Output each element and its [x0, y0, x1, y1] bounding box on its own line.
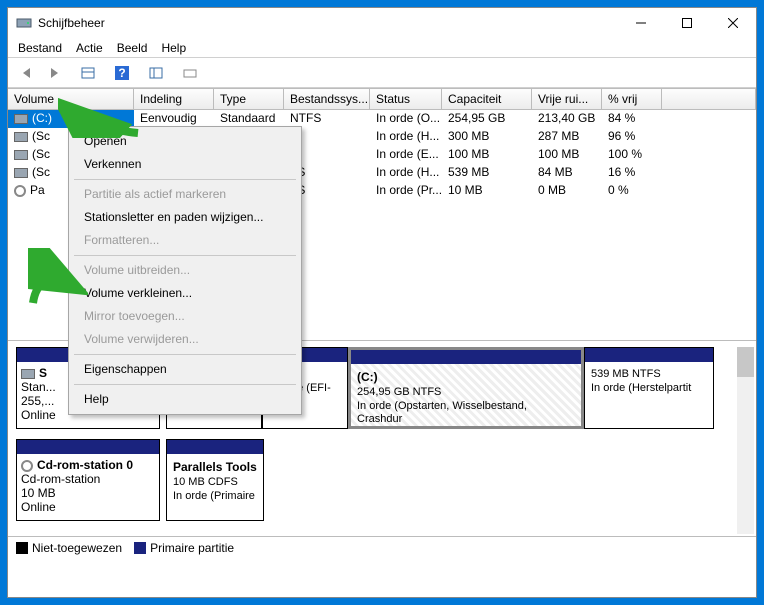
context-menu-separator [74, 354, 296, 355]
partition[interactable]: (C:)254,95 GB NTFSIn orde (Opstarten, Wi… [348, 347, 584, 429]
context-menu-item: Mirror toevoegen... [72, 305, 298, 328]
disk-1-info-2: Online [21, 500, 56, 514]
menu-help[interactable]: Help [161, 41, 186, 55]
partition[interactable]: Parallels Tools10 MB CDFSIn orde (Primai… [166, 439, 264, 521]
maximize-button[interactable] [664, 8, 710, 38]
col-indeling[interactable]: Indeling [134, 89, 214, 109]
menu-actie[interactable]: Actie [76, 41, 103, 55]
toolbar-icon-1[interactable] [76, 61, 100, 85]
disk-management-window: Schijfbeheer Bestand Actie Beeld Help ? … [7, 7, 757, 598]
context-menu-item[interactable]: Stationsletter en paden wijzigen... [72, 206, 298, 229]
drive-icon [14, 150, 28, 160]
disk-0-label: S [39, 366, 47, 380]
col-capacity[interactable]: Capaciteit [442, 89, 532, 109]
context-menu-item: Formatteren... [72, 229, 298, 252]
context-menu-item[interactable]: Verkennen [72, 153, 298, 176]
drive-icon [14, 132, 28, 142]
col-fs[interactable]: Bestandssys... [284, 89, 370, 109]
disk-0-info-0: Stan... [21, 380, 56, 394]
context-menu-separator [74, 255, 296, 256]
col-free[interactable]: Vrije rui... [532, 89, 602, 109]
context-menu-item: Volume verwijderen... [72, 328, 298, 351]
context-menu-item: Volume uitbreiden... [72, 259, 298, 282]
back-button[interactable] [16, 61, 40, 85]
volume-list-header: Volume Indeling Type Bestandssys... Stat… [8, 88, 756, 110]
disk-1-label: Cd-rom-station 0 [37, 458, 133, 472]
context-menu-separator [74, 384, 296, 385]
drive-icon [14, 114, 28, 124]
graph-scrollbar[interactable] [737, 347, 754, 534]
partition[interactable]: 539 MB NTFSIn orde (Herstelpartit [584, 347, 714, 429]
menu-bestand[interactable]: Bestand [18, 41, 62, 55]
toolbar-icon-3[interactable] [178, 61, 202, 85]
context-menu-item[interactable]: Openen [72, 130, 298, 153]
close-button[interactable] [710, 8, 756, 38]
disk-info-1[interactable]: Cd-rom-station 0 Cd-rom-station 10 MB On… [16, 439, 160, 521]
context-menu-item: Partitie als actief markeren [72, 183, 298, 206]
disk-1-info-1: 10 MB [21, 486, 56, 500]
disk-1-info-0: Cd-rom-station [21, 472, 100, 486]
window-title: Schijfbeheer [38, 16, 618, 30]
menubar: Bestand Actie Beeld Help [8, 38, 756, 58]
context-menu-item[interactable]: Help [72, 388, 298, 411]
context-menu-separator [74, 179, 296, 180]
toolbar: ? [8, 58, 756, 88]
legend-primary: Primaire partitie [134, 541, 234, 555]
legend-unallocated: Niet-toegewezen [16, 541, 122, 555]
col-status[interactable]: Status [370, 89, 442, 109]
col-blank[interactable] [662, 89, 756, 109]
toolbar-icon-2[interactable] [144, 61, 168, 85]
col-pct[interactable]: % vrij [602, 89, 662, 109]
cd-icon [14, 185, 26, 197]
forward-button[interactable] [42, 61, 66, 85]
drive-icon [14, 168, 28, 178]
volume-context-menu: OpenenVerkennen Partitie als actief marke… [68, 126, 302, 415]
disk-row-1: Cd-rom-station 0 Cd-rom-station 10 MB On… [16, 439, 748, 521]
legend: Niet-toegewezen Primaire partitie [8, 536, 756, 558]
app-icon [16, 15, 32, 31]
minimize-button[interactable] [618, 8, 664, 38]
disk-0-info-1: 255,... [21, 394, 54, 408]
context-menu-item[interactable]: Volume verkleinen... [72, 282, 298, 305]
col-volume[interactable]: Volume [8, 89, 134, 109]
help-icon[interactable]: ? [110, 61, 134, 85]
titlebar: Schijfbeheer [8, 8, 756, 38]
disk-0-info-2: Online [21, 408, 56, 422]
svg-text:?: ? [118, 66, 125, 80]
menu-beeld[interactable]: Beeld [117, 41, 148, 55]
col-type[interactable]: Type [214, 89, 284, 109]
context-menu-item[interactable]: Eigenschappen [72, 358, 298, 381]
